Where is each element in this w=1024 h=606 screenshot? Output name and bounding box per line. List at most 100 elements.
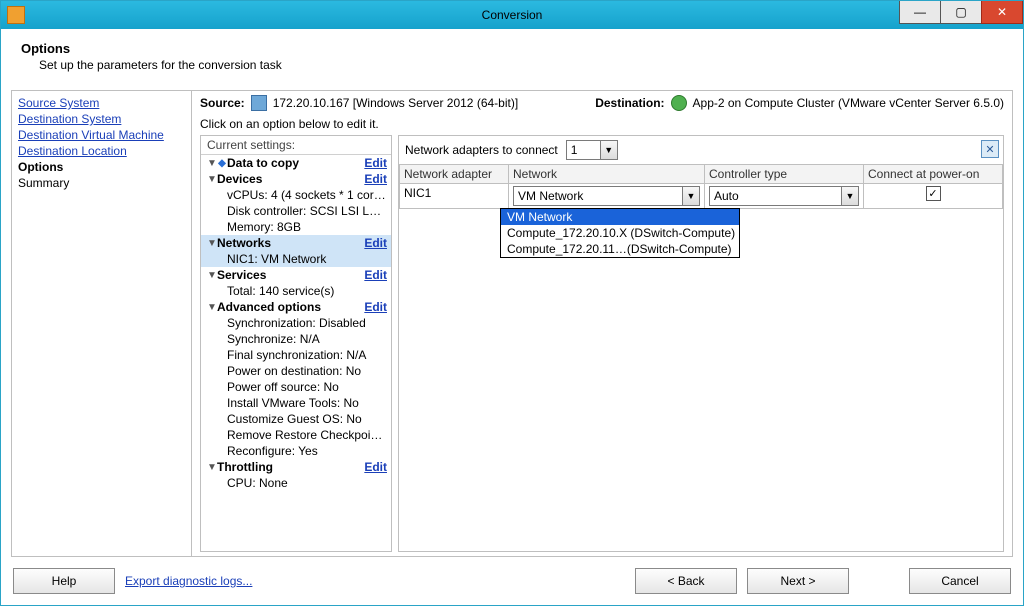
settings-child-label: vCPUs: 4 (4 sockets * 1 cores) [227, 188, 387, 202]
destination-value: App-2 on Compute Cluster (VMware vCenter… [693, 96, 1004, 110]
settings-row: Current settings: ▼◆Data to copyEdit▼Dev… [200, 135, 1004, 552]
chevron-down-icon: ▼ [841, 187, 858, 205]
settings-child[interactable]: Final synchronization: N/A [201, 347, 391, 363]
settings-group-label: Throttling [217, 460, 360, 474]
settings-child[interactable]: Synchronization: Disabled [201, 315, 391, 331]
settings-child[interactable]: Install VMware Tools: No [201, 395, 391, 411]
network-dropdown-list: VM NetworkCompute_172.20.10.X (DSwitch-C… [500, 208, 740, 258]
settings-child[interactable]: Power on destination: No [201, 363, 391, 379]
nav-summary[interactable]: Summary [18, 175, 185, 191]
page-header: Options Set up the parameters for the co… [1, 29, 1023, 86]
edit-link[interactable]: Edit [364, 268, 387, 282]
settings-child-label: Customize Guest OS: No [227, 412, 387, 426]
collapse-icon: ▼ [207, 462, 217, 473]
settings-group-label: Advanced options [217, 300, 360, 314]
settings-child-label: Power off source: No [227, 380, 387, 394]
settings-child-label: Disk controller: SCSI LSI Logi… [227, 204, 387, 218]
col-adapter: Network adapter [400, 165, 509, 184]
settings-child[interactable]: Customize Guest OS: No [201, 411, 391, 427]
settings-child-label: Power on destination: No [227, 364, 387, 378]
nav-destination-vm[interactable]: Destination Virtual Machine [18, 127, 185, 143]
minimize-button[interactable]: — [899, 1, 941, 24]
controller-select[interactable]: Auto ▼ [709, 186, 859, 206]
wizard-nav: Source System Destination System Destina… [12, 91, 192, 556]
export-logs-link[interactable]: Export diagnostic logs... [125, 574, 252, 588]
app-icon [7, 6, 25, 24]
settings-child[interactable]: Reconfigure: Yes [201, 443, 391, 459]
network-panel: ✕ Network adapters to connect 1 ▼ Networ… [398, 135, 1004, 552]
page-subtitle: Set up the parameters for the conversion… [39, 58, 1003, 72]
table-row: NIC1 VM Network ▼ Auto [400, 184, 1003, 209]
dropdown-option[interactable]: Compute_172.20.10.X (DSwitch-Compute) [501, 225, 739, 241]
settings-child[interactable]: Memory: 8GB [201, 219, 391, 235]
settings-group[interactable]: ▼Services Edit [201, 267, 391, 283]
conversion-window: Conversion — ▢ ✕ Options Set up the para… [0, 0, 1024, 606]
settings-child[interactable]: Total: 140 service(s) [201, 283, 391, 299]
settings-group-label: Devices [217, 172, 360, 186]
settings-group-label: Networks [217, 236, 360, 250]
settings-group-label: Services [217, 268, 360, 282]
collapse-icon: ▼ [207, 174, 217, 185]
settings-child[interactable]: vCPUs: 4 (4 sockets * 1 cores) [201, 187, 391, 203]
source-dest-line: Source: 172.20.10.167 [Windows Server 20… [200, 95, 1004, 111]
edit-link[interactable]: Edit [364, 156, 387, 170]
cell-adapter: NIC1 [400, 184, 509, 209]
edit-link[interactable]: Edit [364, 172, 387, 186]
settings-child[interactable]: Disk controller: SCSI LSI Logi… [201, 203, 391, 219]
settings-group[interactable]: ▼Advanced options Edit [201, 299, 391, 315]
settings-child[interactable]: Power off source: No [201, 379, 391, 395]
col-connect: Connect at power-on [864, 165, 1003, 184]
back-button[interactable]: < Back [635, 568, 737, 594]
settings-group[interactable]: ▼Devices Edit [201, 171, 391, 187]
cancel-button[interactable]: Cancel [909, 568, 1011, 594]
page-title: Options [21, 41, 1003, 56]
panel-close-icon[interactable]: ✕ [981, 140, 999, 158]
network-adapters-label: Network adapters to connect [405, 143, 558, 157]
server-icon [251, 95, 267, 111]
network-table: Network adapter Network Controller type … [399, 164, 1003, 209]
destination-label: Destination: [595, 96, 664, 110]
settings-child[interactable]: NIC1: VM Network [201, 251, 391, 267]
chevron-down-icon: ▼ [682, 187, 699, 205]
chevron-down-icon: ▼ [600, 141, 617, 159]
close-button[interactable]: ✕ [981, 1, 1023, 24]
network-select[interactable]: VM Network ▼ [513, 186, 700, 206]
next-button[interactable]: Next > [747, 568, 849, 594]
settings-group[interactable]: ▼NetworksEdit [201, 235, 391, 251]
window-controls: — ▢ ✕ [900, 1, 1023, 29]
collapse-icon: ▼ [207, 158, 217, 169]
body-frame: Source System Destination System Destina… [11, 90, 1013, 557]
settings-child-label: Total: 140 service(s) [227, 284, 387, 298]
settings-group[interactable]: ▼Throttling Edit [201, 459, 391, 475]
collapse-icon: ▼ [207, 302, 217, 313]
settings-child-label: Final synchronization: N/A [227, 348, 387, 362]
settings-child-label: Install VMware Tools: No [227, 396, 387, 410]
settings-child-label: CPU: None [227, 476, 387, 490]
nav-source-system[interactable]: Source System [18, 95, 185, 111]
settings-group-label: Data to copy [227, 156, 360, 170]
instruction-text: Click on an option below to edit it. [200, 117, 1004, 131]
col-controller: Controller type [705, 165, 864, 184]
nav-destination-location[interactable]: Destination Location [18, 143, 185, 159]
titlebar: Conversion — ▢ ✕ [1, 1, 1023, 29]
settings-child[interactable]: Synchronize: N/A [201, 331, 391, 347]
settings-child[interactable]: Remove Restore Checkpoints… [201, 427, 391, 443]
source-value: 172.20.10.167 [Windows Server 2012 (64-b… [273, 96, 518, 110]
edit-link[interactable]: Edit [364, 300, 387, 314]
connect-checkbox[interactable]: ✓ [926, 186, 941, 201]
settings-group[interactable]: ▼◆Data to copyEdit [201, 155, 391, 171]
edit-link[interactable]: Edit [364, 460, 387, 474]
cell-connect: ✓ [864, 184, 1003, 209]
dropdown-option[interactable]: VM Network [501, 209, 739, 225]
nav-destination-system[interactable]: Destination System [18, 111, 185, 127]
collapse-icon: ▼ [207, 270, 217, 281]
help-button[interactable]: Help [13, 568, 115, 594]
settings-child-label: Synchronize: N/A [227, 332, 387, 346]
table-header-row: Network adapter Network Controller type … [400, 165, 1003, 184]
dropdown-option[interactable]: Compute_172.20.11…(DSwitch-Compute) [501, 241, 739, 257]
maximize-button[interactable]: ▢ [940, 1, 982, 24]
adapter-count-select[interactable]: 1 ▼ [566, 140, 618, 160]
edit-link[interactable]: Edit [364, 236, 387, 250]
settings-child[interactable]: CPU: None [201, 475, 391, 491]
nav-options[interactable]: Options [18, 159, 185, 175]
